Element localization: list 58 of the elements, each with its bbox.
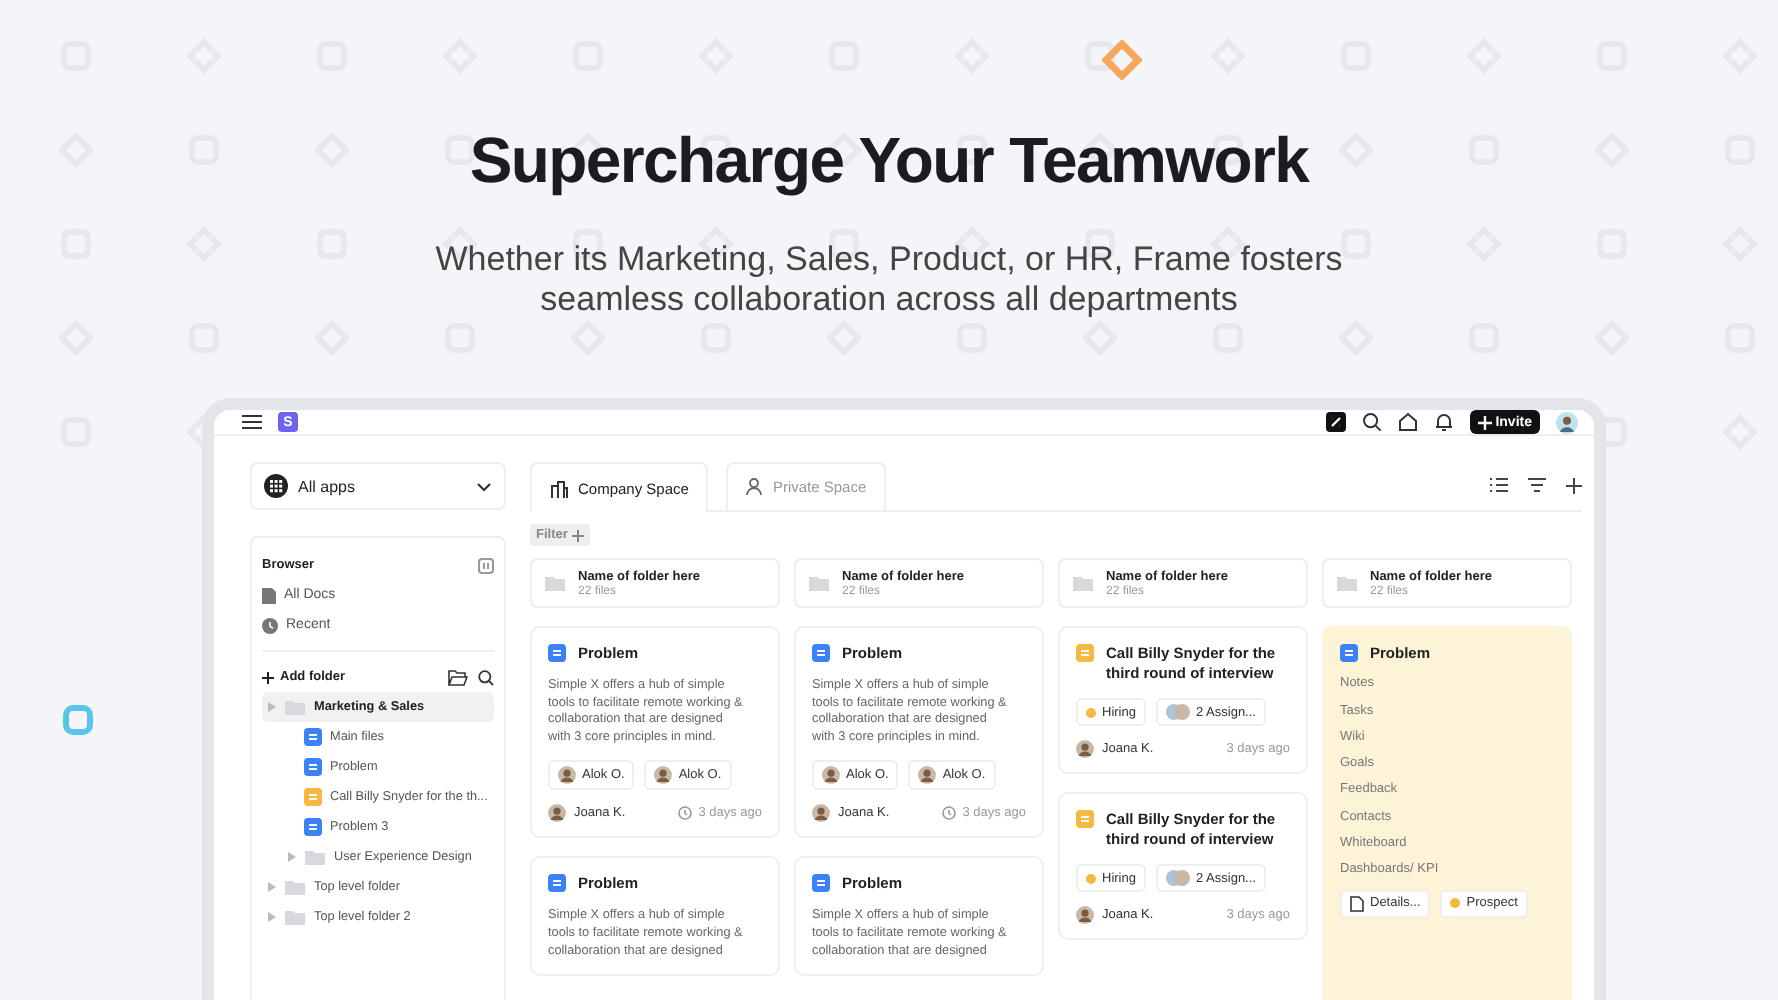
avatars-icon [1165, 704, 1190, 720]
caret-right-icon [288, 852, 296, 862]
list-icon[interactable] [1490, 478, 1508, 492]
avatar-icon [822, 766, 840, 785]
avatar-icon [1076, 740, 1094, 758]
bell-icon[interactable] [1433, 412, 1454, 432]
user-icon [746, 478, 763, 496]
plus-icon[interactable] [1566, 478, 1582, 494]
document-icon [548, 874, 566, 893]
filter-icon[interactable] [1528, 478, 1546, 492]
clock-icon [942, 806, 957, 821]
avatars-icon [1165, 870, 1190, 886]
avatar-icon [1076, 906, 1094, 924]
avatar-icon [558, 766, 576, 785]
plus-icon [1477, 415, 1492, 429]
document-icon [1340, 644, 1358, 662]
square-logo-icon [62, 704, 94, 736]
app-selector[interactable]: All apps [250, 462, 506, 510]
avatar-icon [548, 804, 566, 823]
grid-icon [264, 474, 288, 498]
avatar-icon [918, 766, 937, 785]
folder-icon [1072, 574, 1094, 592]
chevron-down-icon [476, 481, 492, 491]
plus-icon [262, 671, 274, 683]
folder-icon [284, 698, 306, 716]
folder-icon [284, 878, 306, 896]
avatar-icon [654, 766, 673, 785]
sparkle-square-icon[interactable] [1325, 412, 1346, 432]
search-icon[interactable] [1361, 412, 1382, 432]
subtitle: Whether its Marketing, Sales, Product, or HR, Frame fosters seamless collaboration across all departments [433, 240, 1345, 320]
menu-icon[interactable] [242, 414, 262, 430]
avatar-icon[interactable] [1556, 411, 1578, 433]
document-icon [262, 587, 276, 603]
document-icon [812, 874, 830, 893]
document-icon [1076, 644, 1094, 662]
document-icon [812, 644, 830, 662]
avatar-icon [812, 804, 830, 823]
collapse-icon[interactable] [478, 557, 494, 573]
caret-right-icon [268, 702, 276, 712]
clock-icon [262, 617, 278, 633]
search-icon[interactable] [478, 669, 494, 685]
folder-open-icon[interactable] [448, 669, 468, 685]
file-icon [1350, 895, 1364, 912]
folder-icon [1336, 574, 1358, 592]
clock-icon [678, 806, 693, 821]
document-icon [548, 644, 566, 662]
document-icon [1076, 810, 1094, 828]
home-icon[interactable] [1397, 412, 1418, 432]
headline: Supercharge Your Teamwork [469, 122, 1309, 200]
folder-icon [808, 574, 830, 592]
plus-icon [571, 529, 584, 541]
buildings-icon [550, 479, 568, 497]
diamond-logo-icon [1102, 40, 1142, 80]
folder-icon [284, 908, 306, 926]
caret-right-icon [268, 912, 276, 922]
caret-right-icon [268, 882, 276, 892]
folder-icon [544, 574, 566, 592]
folder-icon [304, 848, 326, 866]
